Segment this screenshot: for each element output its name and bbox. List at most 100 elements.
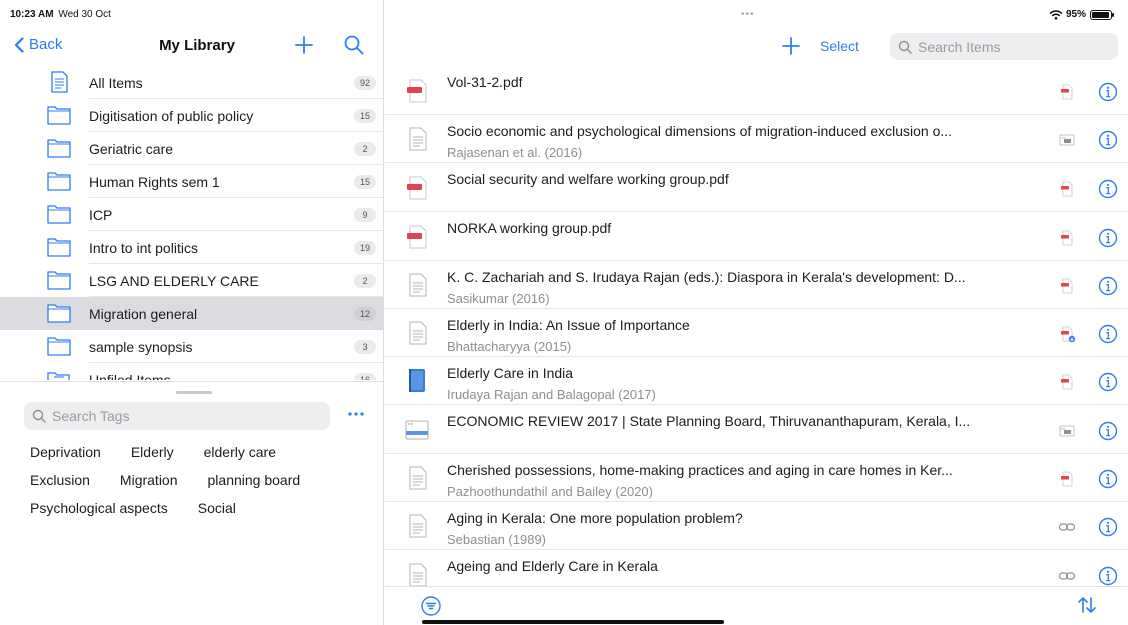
tag-pane-drag-handle[interactable] — [176, 391, 212, 394]
pdf-icon[interactable] — [1057, 277, 1077, 295]
tag-line: Psychological aspects Social — [30, 494, 370, 522]
select-button[interactable]: Select — [820, 38, 859, 54]
tag-item[interactable]: Deprivation — [30, 444, 101, 460]
tag-options-button[interactable] — [344, 404, 368, 424]
snapshot-icon[interactable] — [1057, 131, 1077, 149]
wifi-icon — [1049, 9, 1063, 20]
collection-label: sample synopsis — [89, 338, 193, 355]
search-items-input[interactable]: Search Items — [890, 33, 1118, 60]
collection-count-badge: 3 — [354, 339, 376, 354]
info-icon[interactable] — [1097, 275, 1119, 297]
item-row[interactable]: Ageing and Elderly Care in Kerala — [385, 550, 1128, 586]
tag-item[interactable]: Exclusion — [30, 472, 90, 488]
status-bar-battery: 95% — [1049, 9, 1114, 20]
snapshot-icon[interactable] — [1057, 422, 1077, 440]
filter-button[interactable] — [420, 595, 442, 617]
info-icon[interactable] — [1097, 516, 1119, 538]
item-row[interactable]: Social security and welfare working grou… — [385, 163, 1128, 212]
tag-item[interactable]: Migration — [120, 472, 178, 488]
collection-count-badge: 9 — [354, 207, 376, 222]
collection-label: Migration general — [89, 305, 198, 322]
item-creator: Bhattacharyya (2015) — [447, 339, 572, 354]
collection-row[interactable]: Geriatric care 2 — [0, 132, 384, 165]
folder-icon — [46, 203, 72, 225]
info-icon[interactable] — [1097, 178, 1119, 200]
pdf-icon[interactable] — [1057, 229, 1077, 247]
home-indicator[interactable] — [422, 620, 724, 624]
collection-row[interactable]: Migration general 12 — [0, 297, 384, 330]
item-row[interactable]: Vol-31-2.pdf — [385, 66, 1128, 115]
item-title: Vol-31-2.pdf — [447, 74, 523, 90]
tag-item[interactable]: planning board — [208, 472, 301, 488]
collection-label: Geriatric care — [89, 140, 174, 157]
book-item-icon — [403, 368, 431, 394]
search-items-placeholder: Search Items — [918, 38, 1001, 55]
collection-row[interactable]: Intro to int politics 19 — [0, 231, 384, 264]
plus-icon — [782, 37, 800, 55]
multitasking-dots[interactable]: ••• — [741, 9, 755, 20]
pdf-icon[interactable] — [1057, 470, 1077, 488]
info-icon[interactable] — [1097, 420, 1119, 442]
link-icon[interactable] — [1057, 518, 1077, 536]
collection-count-badge: 2 — [354, 273, 376, 288]
item-title: ECONOMIC REVIEW 2017 | State Planning Bo… — [447, 413, 971, 429]
tag-search-input[interactable]: Search Tags — [24, 402, 330, 430]
info-icon[interactable] — [1097, 565, 1119, 586]
filter-icon — [421, 596, 441, 616]
collection-row[interactable]: LSG AND ELDERLY CARE 2 — [0, 264, 384, 297]
collection-row[interactable]: Human Rights sem 1 15 — [0, 165, 384, 198]
item-row[interactable]: Elderly in India: An Issue of Importance… — [385, 309, 1128, 357]
document-item-icon — [403, 126, 431, 152]
item-row[interactable]: ECONOMIC REVIEW 2017 | State Planning Bo… — [385, 405, 1128, 454]
collection-row[interactable]: Unfiled Items 16 — [0, 363, 384, 380]
info-icon[interactable] — [1097, 371, 1119, 393]
tag-search-placeholder: Search Tags — [52, 408, 130, 424]
pdf-icon[interactable] — [1057, 180, 1077, 198]
info-icon[interactable] — [1097, 468, 1119, 490]
search-collections-button[interactable] — [342, 33, 366, 57]
battery-percent: 95% — [1065, 9, 1086, 20]
info-icon[interactable] — [1097, 129, 1119, 151]
status-time: 10:23 AM — [10, 9, 54, 20]
tag-item[interactable]: elderly care — [204, 444, 276, 460]
item-row[interactable]: Socio economic and psychological dimensi… — [385, 115, 1128, 163]
item-title: Ageing and Elderly Care in Kerala — [447, 558, 658, 574]
pdf-icon[interactable] — [1057, 373, 1077, 391]
collection-list: All Items 92 Digitisation of public policy… — [0, 66, 384, 380]
collection-label: Intro to int politics — [89, 239, 198, 256]
info-icon[interactable] — [1097, 81, 1119, 103]
collection-label: Unfiled Items — [89, 371, 171, 381]
folder-icon — [46, 170, 72, 192]
pdf-item-icon — [403, 224, 431, 250]
collections-pane: 10:23 AM Wed 30 Oct Back My Library All … — [0, 0, 384, 625]
document-item-icon — [403, 272, 431, 298]
item-row[interactable]: NORKA working group.pdf — [385, 212, 1128, 261]
item-row[interactable]: Cherished possessions, home-making pract… — [385, 454, 1128, 502]
add-item-button[interactable] — [779, 34, 803, 58]
sort-button[interactable] — [1075, 594, 1099, 616]
collection-row[interactable]: All Items 92 — [0, 66, 384, 99]
collection-row[interactable]: Digitisation of public policy 15 — [0, 99, 384, 132]
pdf-icon[interactable] — [1057, 83, 1077, 101]
item-row[interactable]: K. C. Zachariah and S. Irudaya Rajan (ed… — [385, 261, 1128, 309]
link-icon[interactable] — [1057, 567, 1077, 585]
collection-row[interactable]: ICP 9 — [0, 198, 384, 231]
tag-item[interactable]: Elderly — [131, 444, 174, 460]
item-title: Elderly in India: An Issue of Importance — [447, 317, 690, 333]
pdf-download-icon[interactable] — [1057, 325, 1077, 343]
item-creator: Irudaya Rajan and Balagopal (2017) — [447, 387, 656, 402]
tag-line: Exclusion Migration planning board — [30, 466, 370, 494]
item-row[interactable]: Aging in Kerala: One more population pro… — [385, 502, 1128, 550]
tag-cloud: Deprivation Elderly elderly care Exclusion M… — [30, 438, 370, 522]
items-pane: ••• 95% Select Search Items Vol-31-2.pdf… — [385, 0, 1128, 625]
info-icon[interactable] — [1097, 227, 1119, 249]
info-icon[interactable] — [1097, 323, 1119, 345]
collection-row[interactable]: sample synopsis 3 — [0, 330, 384, 363]
pdf-item-icon — [403, 175, 431, 201]
item-row[interactable]: Elderly Care in India Irudaya Rajan and B… — [385, 357, 1128, 405]
tag-item[interactable]: Psychological aspects — [30, 500, 168, 516]
add-collection-button[interactable] — [292, 33, 316, 57]
webpage-item-icon — [403, 417, 431, 443]
tag-item[interactable]: Social — [198, 500, 236, 516]
status-bar-time: 10:23 AM Wed 30 Oct — [10, 9, 111, 20]
